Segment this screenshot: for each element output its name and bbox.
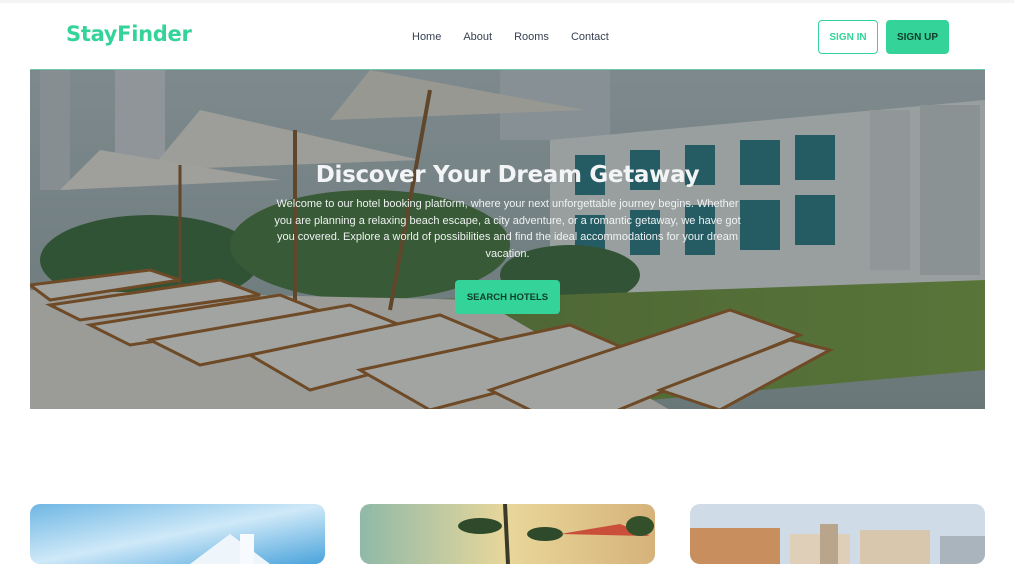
main-nav: Home About Rooms Contact <box>412 31 609 43</box>
logo[interactable]: StayFinder <box>66 22 192 46</box>
hero-title: Discover Your Dream Getaway <box>315 162 700 188</box>
hotel-card-image <box>690 504 985 564</box>
navbar: StayFinder Home About Rooms Contact SIGN… <box>0 0 1014 68</box>
nav-about[interactable]: About <box>463 31 492 43</box>
hero-content: Discover Your Dream Getaway Welcome to o… <box>30 162 985 314</box>
sign-in-button[interactable]: SIGN IN <box>818 20 878 54</box>
nav-home[interactable]: Home <box>412 31 441 43</box>
nav-contact[interactable]: Contact <box>571 31 609 43</box>
featured-cards <box>30 504 985 564</box>
hotel-card-image <box>30 504 325 564</box>
hotel-card-1[interactable] <box>30 504 325 564</box>
nav-rooms[interactable]: Rooms <box>514 31 549 43</box>
search-hotels-button[interactable]: SEARCH HOTELS <box>455 280 560 314</box>
sign-up-button[interactable]: SIGN UP <box>886 20 949 54</box>
hotel-card-image <box>360 504 655 564</box>
hero-description: Welcome to our hotel booking platform, w… <box>274 198 741 260</box>
hero-banner: Discover Your Dream Getaway Welcome to o… <box>30 69 985 409</box>
hotel-card-2[interactable] <box>360 504 655 564</box>
hotel-card-3[interactable] <box>690 504 985 564</box>
